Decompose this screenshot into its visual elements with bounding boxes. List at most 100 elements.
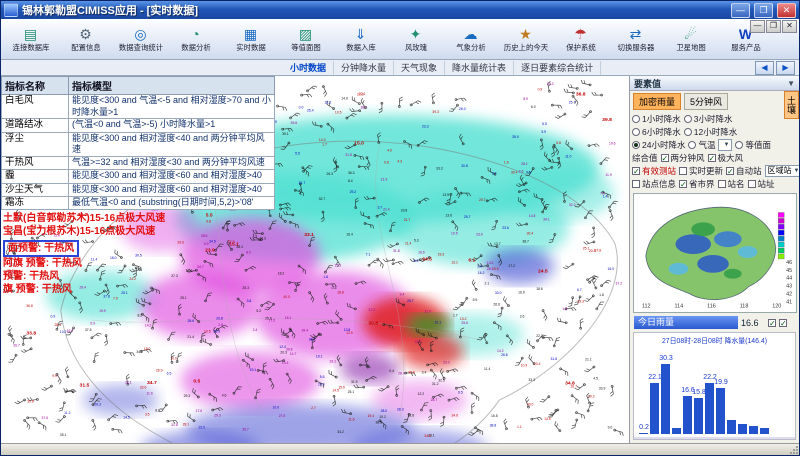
tab-3[interactable]: 天气现象 [394, 61, 445, 75]
protect-icon: ☂ [574, 26, 587, 42]
svg-text:6.5: 6.5 [458, 391, 463, 395]
svg-text:116: 116 [707, 303, 716, 309]
bar: 22.1 [650, 383, 659, 434]
checkbox-option[interactable]: 站址 [748, 178, 775, 190]
svg-text:1.1: 1.1 [517, 425, 522, 429]
tab-4[interactable]: 降水量统计表 [445, 61, 514, 75]
minimize-button[interactable]: — [731, 3, 750, 18]
mdi-restore-button[interactable]: ❐ [766, 20, 781, 33]
tab-prev-arrow-icon[interactable]: ◀ [755, 61, 774, 75]
svg-text:5.5: 5.5 [542, 122, 547, 126]
column-header-name[interactable]: 指标名称 [2, 77, 69, 95]
svg-text:22.1: 22.1 [125, 380, 132, 384]
svg-text:31.8: 31.8 [393, 249, 400, 253]
soil-tab[interactable]: 土壤 [784, 91, 799, 119]
svg-text:37.6: 37.6 [42, 416, 49, 420]
svg-text:16.6: 16.6 [418, 251, 425, 255]
toolbar-realtime[interactable]: ▦实时数据 [223, 20, 278, 59]
svg-text:28.0: 28.0 [381, 409, 388, 413]
alert-line: 旗 预警: 干热风 [3, 283, 275, 296]
svg-text:11.9: 11.9 [605, 173, 611, 177]
resize-grip[interactable] [789, 445, 798, 454]
tab-5[interactable]: 逐日要素综合统计 [514, 61, 601, 75]
five-minute-wind-button[interactable]: 5分钟风 [684, 93, 728, 110]
title-bar: 锡林郭勒盟CIMISS应用 - [实时数据] — ❐ ✕ [1, 1, 799, 19]
radio-option[interactable]: 气温 [688, 139, 715, 151]
mdi-close-button[interactable]: ✕ [782, 20, 797, 33]
radio-icon [632, 115, 640, 123]
mdi-minimize-button[interactable]: — [750, 20, 765, 33]
toolbar-database[interactable]: ▤连接数据库 [3, 20, 58, 59]
radio-option[interactable]: 12小时降水 [684, 126, 737, 138]
close-button[interactable]: ✕ [777, 3, 796, 18]
svg-text:31.8: 31.8 [171, 423, 178, 427]
radio-label: 12小时降水 [694, 126, 737, 138]
toolbar-history[interactable]: ★历史上的今天 [498, 20, 553, 59]
checkbox-option[interactable]: 站点信息 [632, 178, 676, 190]
main-toolbar: ▤连接数据库⚙配置信息◎数据查询统计◔数据分析▦实时数据▨等值面图⇓数据入库✦风… [1, 19, 799, 60]
dropdown[interactable]: 区域站▼ [765, 165, 799, 177]
overview-map-layer: 112114116118120464544434241 [633, 193, 797, 313]
overview-map[interactable]: 112114116118120464544434241 [633, 193, 796, 313]
toolbar-gear[interactable]: ⚙配置信息 [58, 20, 113, 59]
bar: 15.8 [694, 398, 703, 435]
pin-icon[interactable]: ▼ [787, 79, 795, 88]
tab-next-arrow-icon[interactable]: ▶ [776, 61, 795, 75]
radio-label: 6小时降水 [642, 126, 681, 138]
checkbox-icon: ✓ [726, 167, 734, 175]
toolbar-windrose[interactable]: ✦风玫瑰 [388, 20, 443, 59]
svg-text:38.8: 38.8 [490, 423, 497, 427]
today-checkbox-1[interactable]: ✓ [768, 319, 776, 327]
checkbox-option[interactable]: 站名 [718, 178, 745, 190]
svg-text:21.4: 21.4 [187, 335, 194, 339]
toolbar-import[interactable]: ⇓数据入库 [333, 20, 388, 59]
bar-value-label: 19.9 [712, 379, 730, 386]
radio-option[interactable]: 1小时降水 [632, 113, 681, 125]
svg-text:41: 41 [786, 299, 792, 305]
mdi-window-controls: — ❐ ✕ [750, 20, 797, 33]
svg-text:26.0: 26.0 [459, 107, 466, 111]
svg-text:23.6: 23.6 [502, 226, 509, 230]
toolbar-server[interactable]: ⇄切换服务器 [608, 20, 663, 59]
svg-text:9.9: 9.9 [52, 374, 57, 378]
column-header-model[interactable]: 指标模型 [69, 77, 275, 95]
maximize-button[interactable]: ❐ [754, 3, 773, 18]
toolbar-analysis[interactable]: ◔数据分析 [168, 20, 223, 59]
checkbox-option[interactable]: ✓极大风 [708, 152, 744, 164]
svg-text:17.2: 17.2 [508, 264, 515, 268]
dropdown[interactable]: ▼ [718, 139, 732, 151]
toolbar-item-label: 数据查询统计 [118, 42, 162, 52]
option-group-label: 综合值 [632, 152, 658, 164]
svg-text:5.9: 5.9 [473, 298, 478, 302]
toolbar-search[interactable]: ◎数据查询统计 [113, 20, 168, 59]
today-checkbox-2[interactable]: ✓ [779, 319, 787, 327]
checkbox-option[interactable]: ✓自动站 [726, 165, 762, 177]
checkbox-option[interactable]: 实时更新 [679, 165, 723, 177]
tab-2[interactable]: 分钟降水量 [334, 61, 394, 75]
svg-text:31.2: 31.2 [432, 382, 439, 386]
toolbar-item-label: 气象分析 [456, 42, 485, 52]
encrypted-rain-button[interactable]: 加密雨量 [633, 93, 681, 110]
checkbox-option[interactable]: ✓省市界 [679, 178, 715, 190]
svg-text:36.3: 36.3 [348, 171, 355, 175]
radio-option[interactable]: 24小时降水 [632, 139, 685, 151]
svg-text:25.7: 25.7 [569, 101, 576, 105]
radio-option[interactable]: 3小时降水 [684, 113, 733, 125]
svg-text:14.3: 14.3 [319, 138, 326, 142]
svg-text:4.3: 4.3 [397, 160, 402, 164]
toolbar-isosurface[interactable]: ▨等值面图 [278, 20, 333, 59]
checkbox-option[interactable]: ✓有效测站 [632, 165, 676, 177]
toolbar-satellite[interactable]: ☄卫星地图 [663, 20, 718, 59]
checkbox-label: 有效测站 [642, 165, 676, 177]
toolbar-protect[interactable]: ☂保护系统 [553, 20, 608, 59]
checkbox-option[interactable]: ✓两分钟风 [661, 152, 705, 164]
radio-option[interactable]: 6小时降水 [632, 126, 681, 138]
content-area: 0.831.825.119.923.27.523.131.012.920.833… [1, 76, 799, 443]
svg-text:28.4: 28.4 [55, 323, 62, 327]
radio-option[interactable]: 等值面 [735, 139, 771, 151]
svg-text:7.9: 7.9 [113, 297, 118, 301]
svg-text:25.1: 25.1 [180, 296, 187, 300]
tab-1[interactable]: 小时数据 [283, 61, 334, 75]
toolbar-weather[interactable]: ☁气象分析 [443, 20, 498, 59]
svg-text:14.6: 14.6 [341, 97, 348, 101]
